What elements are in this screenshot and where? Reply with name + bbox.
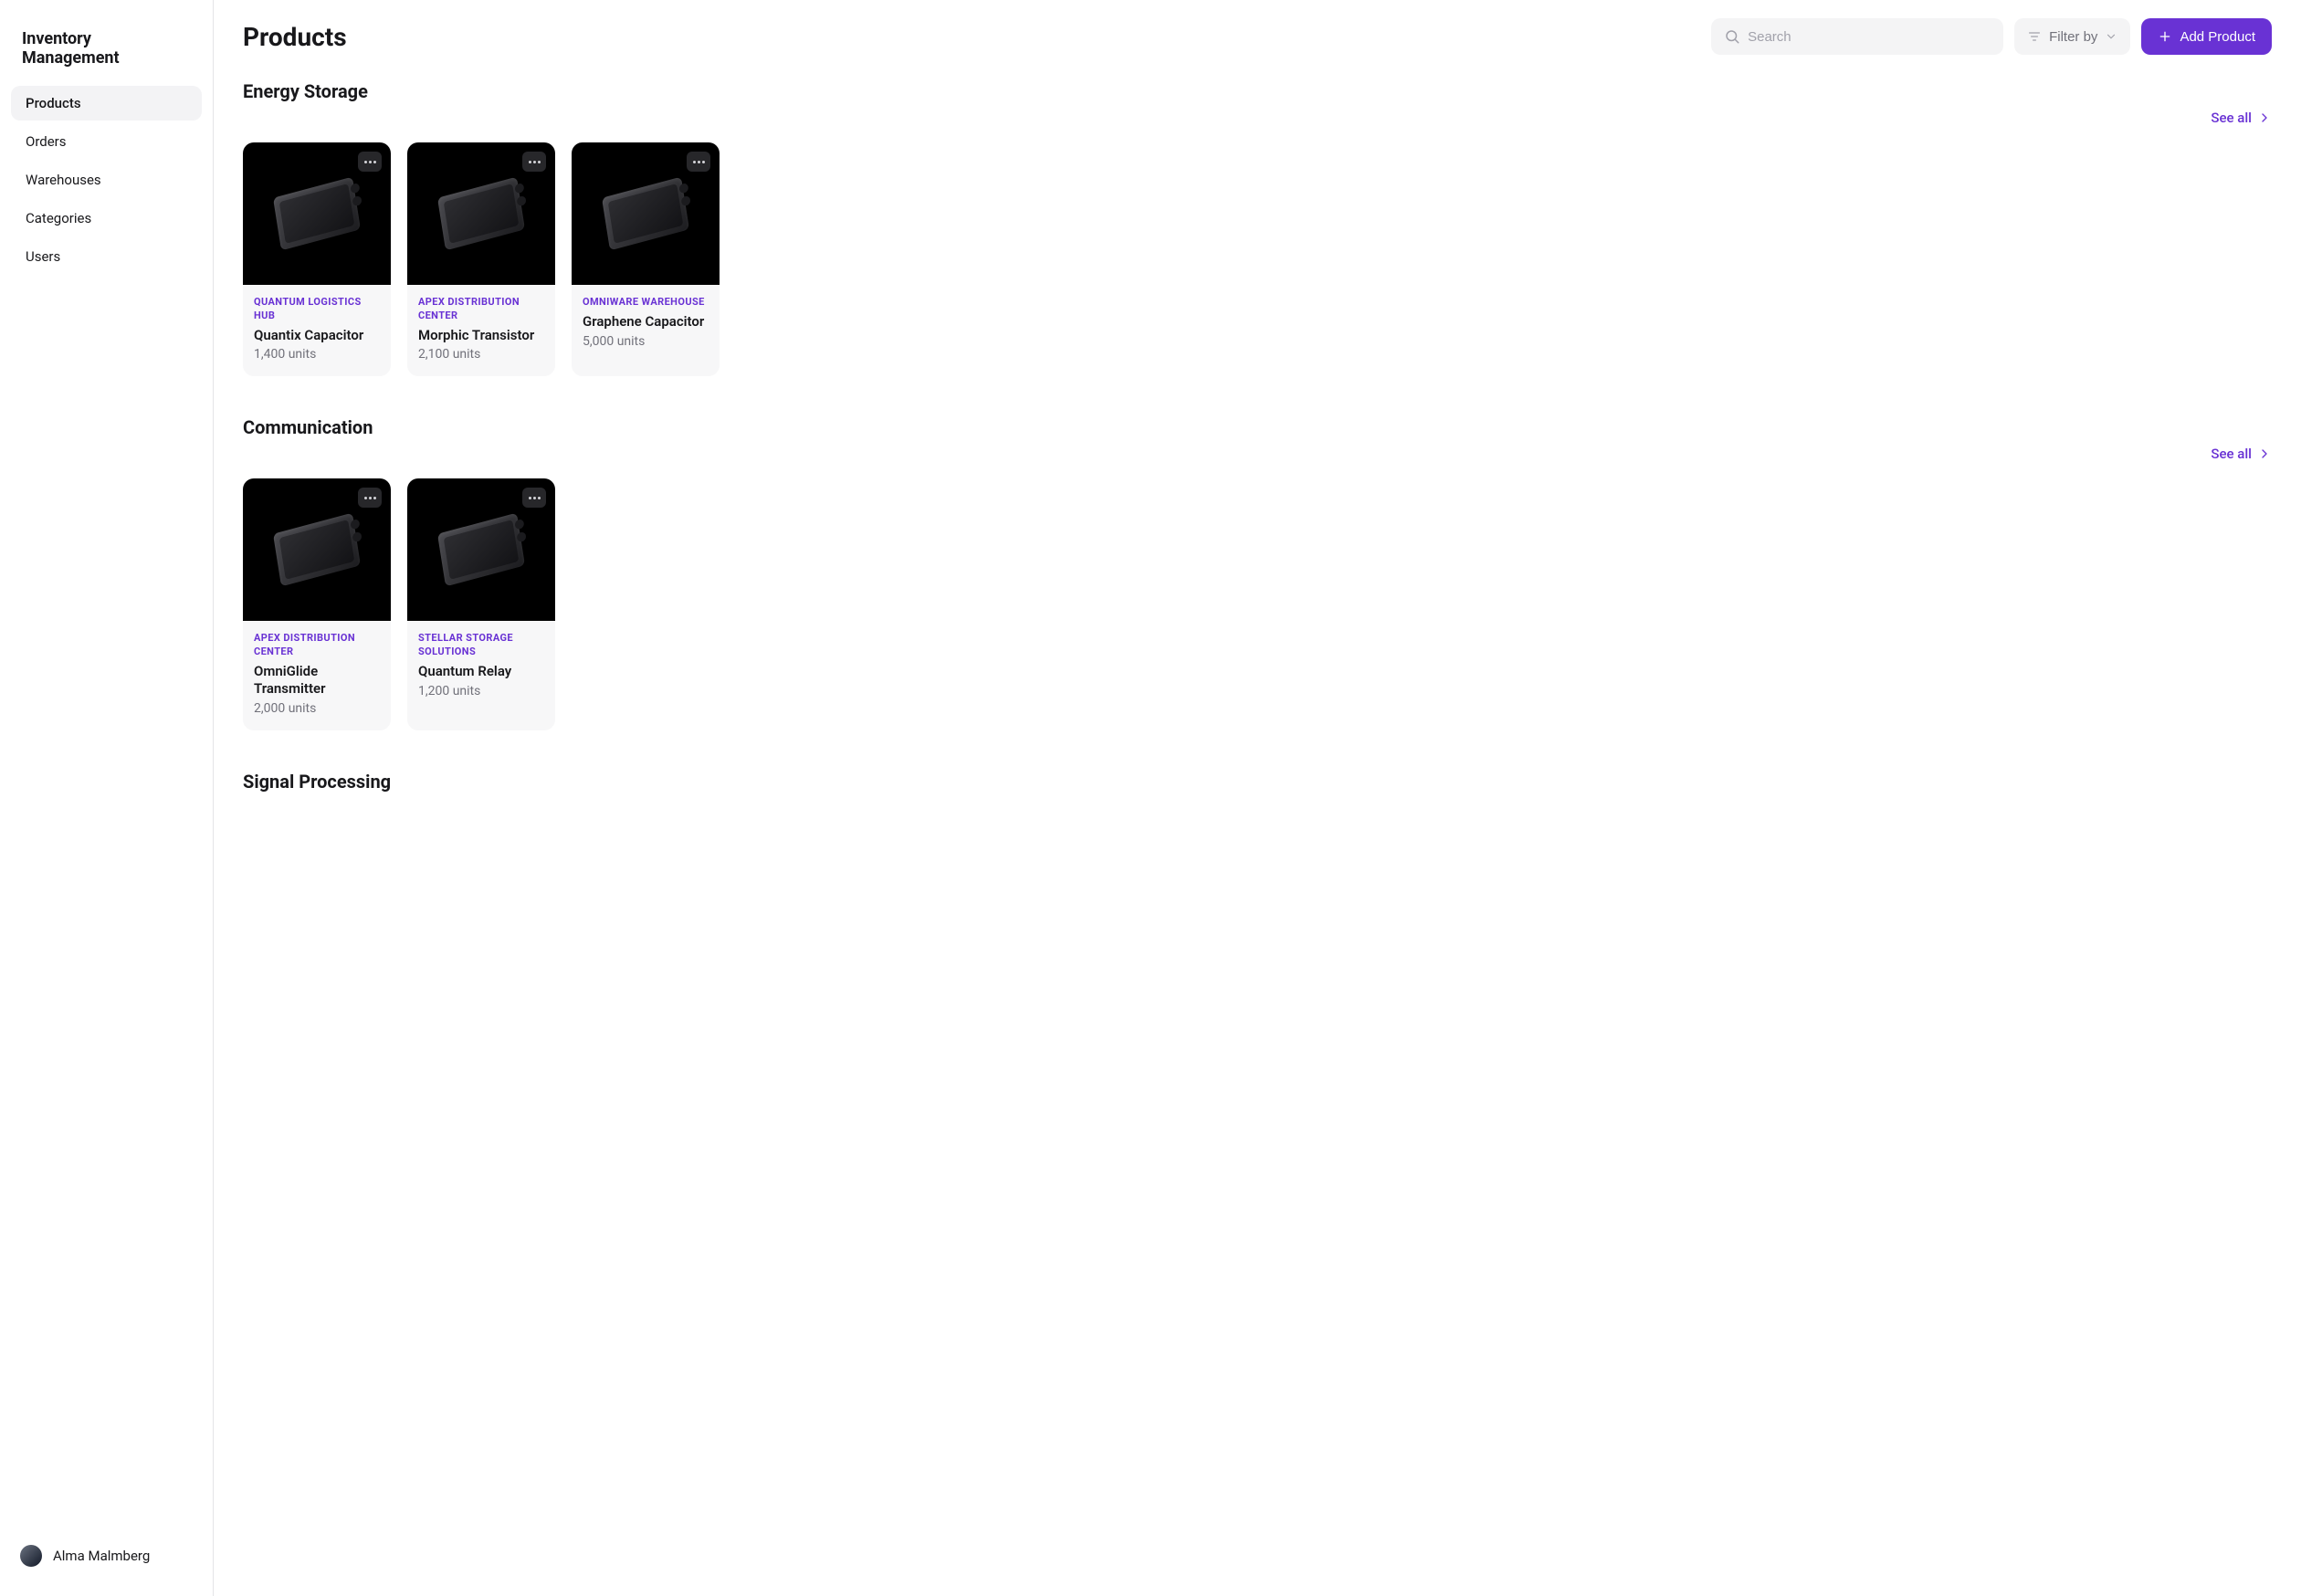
chevron-right-icon [2257, 110, 2272, 125]
filter-button[interactable]: Filter by [2014, 18, 2130, 55]
product-image [407, 478, 555, 621]
see-all-label: See all [2211, 446, 2252, 462]
product-image [243, 478, 391, 621]
sidebar-nav: Products Orders Warehouses Categories Us… [11, 86, 202, 274]
product-card[interactable]: QUANTUM LOGISTICS HUB Quantix Capacitor … [243, 142, 391, 376]
product-card[interactable]: APEX DISTRIBUTION CENTER OmniGlide Trans… [243, 478, 391, 730]
warehouse-label: APEX DISTRIBUTION CENTER [254, 632, 380, 659]
product-card[interactable]: APEX DISTRIBUTION CENTER Morphic Transis… [407, 142, 555, 376]
see-all-link[interactable]: See all [2211, 110, 2272, 126]
product-image [243, 142, 391, 285]
sidebar-item-products[interactable]: Products [11, 86, 202, 121]
product-units: 1,200 units [418, 684, 544, 698]
product-units: 1,400 units [254, 347, 380, 362]
search-box[interactable] [1711, 18, 2003, 55]
chevron-right-icon [2257, 446, 2272, 461]
warehouse-label: APEX DISTRIBUTION CENTER [418, 296, 544, 323]
more-icon [693, 161, 705, 163]
app-title: Inventory Management [11, 22, 202, 86]
more-icon [529, 497, 541, 499]
avatar [20, 1545, 42, 1567]
section-energy-storage: Energy Storage See all QUANTUM LOGIS [243, 80, 2272, 376]
filter-icon [2027, 29, 2042, 44]
search-input[interactable] [1748, 29, 1991, 45]
plus-icon [2158, 29, 2172, 44]
warehouse-label: QUANTUM LOGISTICS HUB [254, 296, 380, 323]
product-units: 2,100 units [418, 347, 544, 362]
main-content: Products Filter by Ad [214, 0, 2301, 1596]
page-header: Products Filter by Ad [243, 18, 2272, 55]
product-name: OmniGlide Transmitter [254, 663, 380, 698]
chevron-down-icon [2105, 30, 2117, 43]
sidebar-item-orders[interactable]: Orders [11, 124, 202, 159]
product-name: Morphic Transistor [418, 327, 544, 344]
sidebar-item-categories[interactable]: Categories [11, 201, 202, 236]
card-menu-button[interactable] [522, 488, 546, 508]
card-menu-button[interactable] [358, 488, 382, 508]
section-communication: Communication See all APEX DISTRIBUT [243, 416, 2272, 730]
sidebar-item-warehouses[interactable]: Warehouses [11, 163, 202, 197]
product-card[interactable]: STELLAR STORAGE SOLUTIONS Quantum Relay … [407, 478, 555, 730]
section-title: Signal Processing [243, 771, 2272, 793]
more-icon [364, 161, 376, 163]
product-card[interactable]: OMNIWARE WAREHOUSE Graphene Capacitor 5,… [572, 142, 720, 376]
product-image [407, 142, 555, 285]
product-name: Quantix Capacitor [254, 327, 380, 344]
warehouse-label: STELLAR STORAGE SOLUTIONS [418, 632, 544, 659]
more-icon [364, 497, 376, 499]
sidebar-item-users[interactable]: Users [11, 239, 202, 274]
product-name: Graphene Capacitor [583, 313, 709, 331]
see-all-label: See all [2211, 110, 2252, 126]
search-icon [1724, 28, 1740, 45]
product-units: 5,000 units [583, 334, 709, 349]
card-menu-button[interactable] [522, 152, 546, 172]
card-menu-button[interactable] [358, 152, 382, 172]
sidebar: Inventory Management Products Orders War… [0, 0, 214, 1596]
add-product-label: Add Product [2180, 29, 2255, 45]
user-name: Alma Malmberg [53, 1548, 150, 1564]
filter-label: Filter by [2049, 29, 2097, 45]
section-title: Communication [243, 416, 2272, 438]
warehouse-label: OMNIWARE WAREHOUSE [583, 296, 709, 310]
section-signal-processing: Signal Processing [243, 771, 2272, 793]
product-units: 2,000 units [254, 701, 380, 716]
add-product-button[interactable]: Add Product [2141, 18, 2272, 55]
user-menu[interactable]: Alma Malmberg [11, 1538, 202, 1574]
page-title: Products [243, 22, 1700, 52]
card-menu-button[interactable] [687, 152, 710, 172]
product-image [572, 142, 720, 285]
product-name: Quantum Relay [418, 663, 544, 680]
see-all-link[interactable]: See all [2211, 446, 2272, 462]
section-title: Energy Storage [243, 80, 2272, 102]
more-icon [529, 161, 541, 163]
